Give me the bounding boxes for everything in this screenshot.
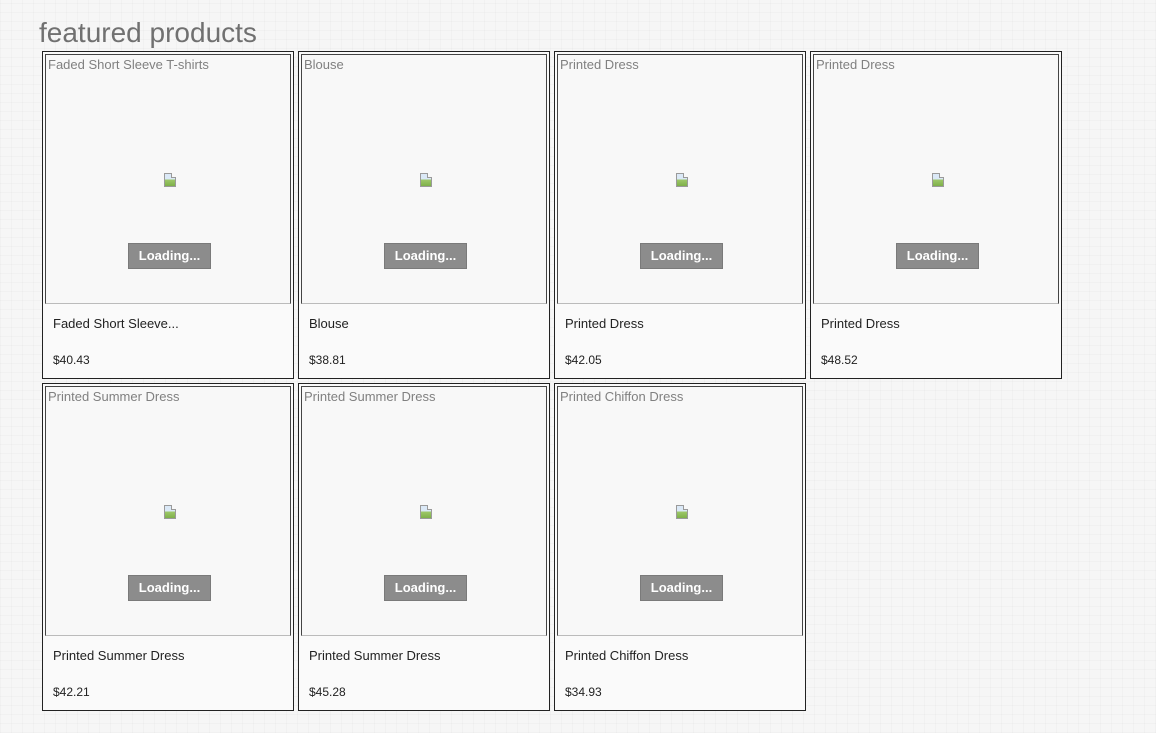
product-image[interactable]: Printed Chiffon Dress Loading... [557, 386, 803, 636]
product-grid: Faded Short Sleeve T-shirts Loading... F… [42, 51, 1066, 711]
loading-button[interactable]: Loading... [384, 243, 467, 269]
product-image[interactable]: Printed Dress Loading... [557, 54, 803, 304]
product-name-link[interactable]: Printed Dress [565, 316, 644, 331]
broken-image-icon [420, 505, 432, 519]
loading-button[interactable]: Loading... [640, 243, 723, 269]
broken-image-icon [676, 173, 688, 187]
loading-button[interactable]: Loading... [896, 243, 979, 269]
image-alt-text: Printed Dress [816, 57, 895, 72]
product-image[interactable]: Faded Short Sleeve T-shirts Loading... [45, 54, 291, 304]
broken-image-icon [676, 505, 688, 519]
product-price: $48.52 [821, 353, 858, 367]
product-name-link[interactable]: Faded Short Sleeve... [53, 316, 179, 331]
product-card[interactable]: Printed Dress Loading... Printed Dress $… [810, 51, 1062, 379]
product-card[interactable]: Printed Summer Dress Loading... Printed … [298, 383, 550, 711]
product-price: $42.05 [565, 353, 602, 367]
image-alt-text: Faded Short Sleeve T-shirts [48, 57, 209, 72]
image-alt-text: Printed Chiffon Dress [560, 389, 684, 404]
product-name-link[interactable]: Printed Summer Dress [309, 648, 440, 663]
product-price: $40.43 [53, 353, 90, 367]
broken-image-icon [164, 173, 176, 187]
image-alt-text: Blouse [304, 57, 344, 72]
loading-button[interactable]: Loading... [640, 575, 723, 601]
broken-image-icon [164, 505, 176, 519]
broken-image-icon [420, 173, 432, 187]
product-image[interactable]: Printed Summer Dress Loading... [301, 386, 547, 636]
product-card[interactable]: Blouse Loading... Blouse $38.81 [298, 51, 550, 379]
product-image[interactable]: Blouse Loading... [301, 54, 547, 304]
image-alt-text: Printed Dress [560, 57, 639, 72]
image-alt-text: Printed Summer Dress [304, 389, 436, 404]
product-price: $42.21 [53, 685, 90, 699]
loading-button[interactable]: Loading... [128, 575, 211, 601]
image-alt-text: Printed Summer Dress [48, 389, 180, 404]
loading-button[interactable]: Loading... [384, 575, 467, 601]
product-name-link[interactable]: Printed Dress [821, 316, 900, 331]
product-card[interactable]: Printed Dress Loading... Printed Dress $… [554, 51, 806, 379]
product-name-link[interactable]: Blouse [309, 316, 349, 331]
product-name-link[interactable]: Printed Chiffon Dress [565, 648, 688, 663]
page-title: featured products [39, 17, 257, 48]
product-image[interactable]: Printed Summer Dress Loading... [45, 386, 291, 636]
product-card[interactable]: Faded Short Sleeve T-shirts Loading... F… [42, 51, 294, 379]
product-card[interactable]: Printed Chiffon Dress Loading... Printed… [554, 383, 806, 711]
product-price: $38.81 [309, 353, 346, 367]
broken-image-icon [932, 173, 944, 187]
product-price: $34.93 [565, 685, 602, 699]
product-image[interactable]: Printed Dress Loading... [813, 54, 1059, 304]
product-price: $45.28 [309, 685, 346, 699]
loading-button[interactable]: Loading... [128, 243, 211, 269]
product-name-link[interactable]: Printed Summer Dress [53, 648, 184, 663]
product-card[interactable]: Printed Summer Dress Loading... Printed … [42, 383, 294, 711]
